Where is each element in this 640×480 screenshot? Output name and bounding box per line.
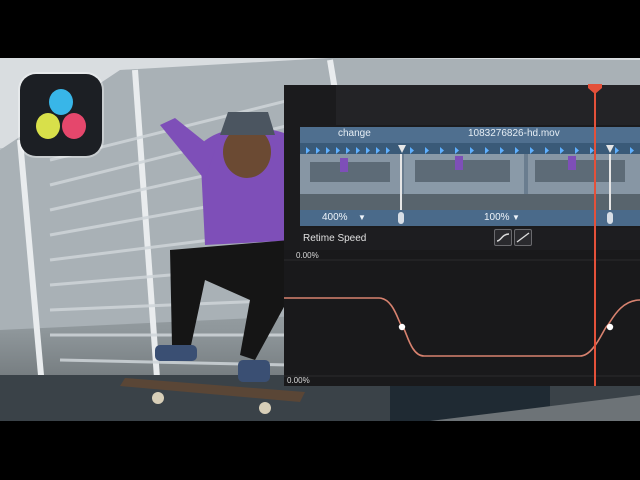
clip-filename: 1083276826-hd.mov [468,128,560,139]
chevron-down-icon[interactable]: ▼ [358,213,366,222]
speed-segment-1-label[interactable]: 400% [322,212,348,223]
speed-point-markers[interactable] [300,143,640,154]
playhead[interactable] [594,85,596,386]
clip-header[interactable]: change 1083276826-hd.mov [300,127,640,143]
curve-keyframe[interactable] [606,323,614,331]
chevron-down-icon[interactable]: ▼ [512,213,520,222]
retime-speed-title: Retime Speed [303,233,367,244]
clip-thumbnails[interactable] [300,154,640,210]
ease-in-out-icon[interactable] [494,229,512,246]
curve-bottom-value: 0.00% [287,376,310,385]
letterbox-bottom [0,421,640,480]
davinci-resolve-logo-icon [20,74,102,156]
speed-segment-row: 400% ▼ 100% ▼ [300,210,640,226]
retime-curve-area[interactable] [284,250,640,386]
speed-point-handle[interactable] [605,211,615,225]
speed-segment-2-label[interactable]: 100% [484,212,510,223]
curve-keyframe[interactable] [398,323,406,331]
speed-point-handle[interactable] [396,211,406,225]
linear-icon[interactable] [514,229,532,246]
letterbox-top [0,0,640,58]
curve-top-value: 0.00% [296,251,319,260]
speed-change-label: change [338,128,371,139]
